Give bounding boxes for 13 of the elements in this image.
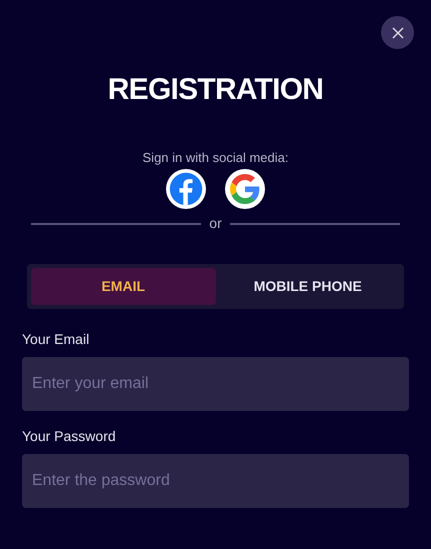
google-button[interactable] (225, 169, 265, 209)
facebook-button[interactable] (166, 169, 206, 209)
input-field[interactable]: Enter the password (22, 454, 409, 508)
close-icon (392, 26, 404, 38)
tab[interactable]: EMAIL (31, 268, 216, 305)
tab[interactable]: MOBILE PHONE (216, 268, 400, 305)
field-label: Your Email (22, 331, 90, 347)
field-label: Your Password (22, 428, 117, 444)
dialog-title: REGISTRATION (106, 72, 324, 108)
divider-label: or (209, 214, 222, 233)
input-field[interactable]: Enter your email (22, 357, 409, 411)
social-label: Sign in with social media: (142, 150, 290, 166)
close-button[interactable] (381, 16, 414, 49)
